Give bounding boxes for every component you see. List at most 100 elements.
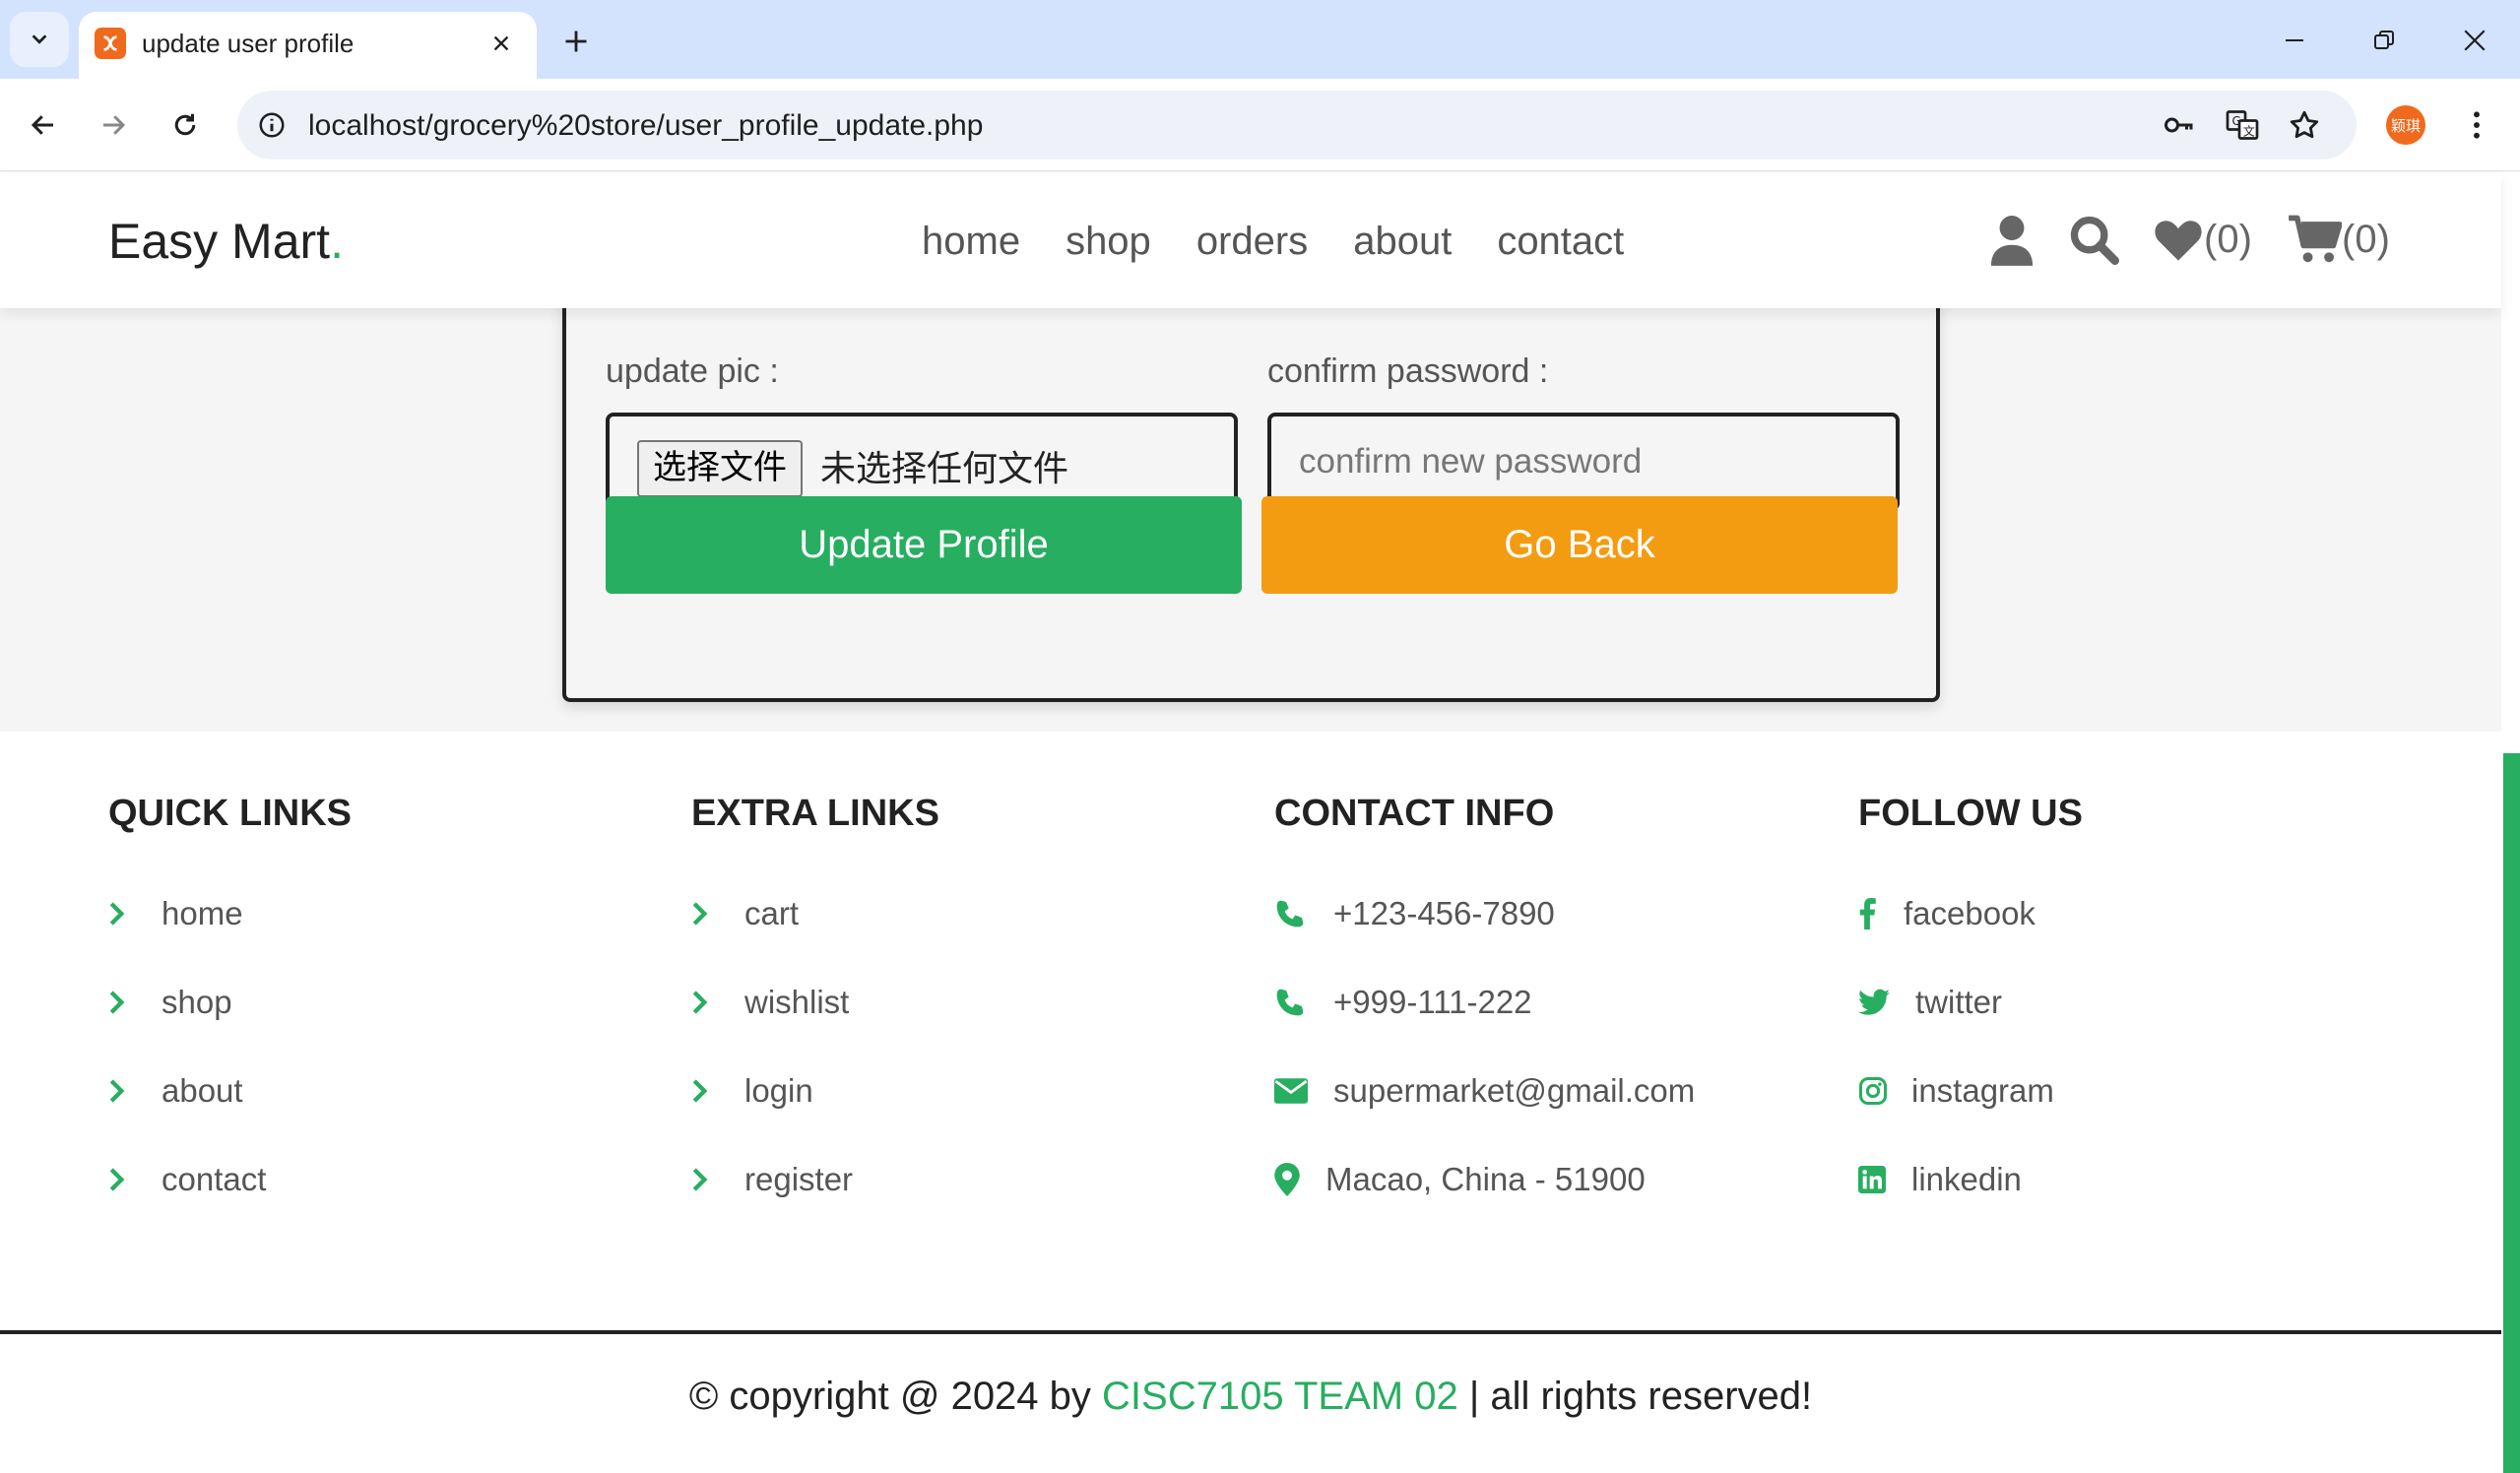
logo-text: Easy Mart [108, 214, 331, 269]
credit-brand[interactable]: CISC7105 TEAM 02 [1102, 1375, 1458, 1418]
follow-us-column: FOLLOW US facebook twitter instagram lin… [1858, 789, 2370, 1224]
site-info-icon[interactable] [251, 104, 292, 146]
footer-link-cart[interactable]: cart [691, 869, 1203, 958]
contact-address[interactable]: Macao, China - 51900 [1274, 1135, 1786, 1224]
extra-links-title: EXTRA LINKS [691, 793, 939, 834]
phone-1-text: +123-456-7890 [1333, 895, 1555, 931]
chevron-right-icon [108, 1078, 148, 1104]
footer-link-label: shop [162, 984, 232, 1020]
user-icon[interactable] [1989, 210, 2035, 269]
credit-prefix: © copyright @ 2024 by [688, 1375, 1091, 1418]
nav-about[interactable]: about [1353, 212, 1452, 271]
url-text[interactable]: localhost/grocery%20store/user_profile_u… [308, 108, 983, 144]
heart-icon [2155, 221, 2202, 261]
quick-links-column: QUICK LINKS home shop about contact [108, 789, 620, 1224]
contact-phone-1[interactable]: +123-456-7890 [1274, 869, 1786, 958]
nav-shop[interactable]: shop [1066, 212, 1151, 271]
update-profile-button[interactable]: Update Profile [606, 496, 1242, 594]
search-icon[interactable] [2068, 210, 2119, 269]
social-label: linkedin [1911, 1161, 2022, 1197]
contact-info-title: CONTACT INFO [1274, 793, 1555, 834]
footer-link-home[interactable]: home [108, 869, 620, 958]
facebook-icon [1858, 898, 1890, 929]
footer-link-contact[interactable]: contact [108, 1135, 620, 1224]
phone-icon [1274, 987, 1320, 1018]
chevron-down-icon [32, 34, 47, 44]
chevron-right-icon [108, 901, 148, 927]
restore-icon[interactable] [2361, 18, 2407, 63]
footer-link-label: home [162, 895, 243, 931]
map-marker-icon [1274, 1163, 1312, 1196]
linkedin-icon [1858, 1166, 1898, 1193]
translate-icon[interactable]: G文 [2221, 103, 2264, 147]
cart-link[interactable]: (0) [2287, 210, 2390, 269]
address-bar[interactable]: localhost/grocery%20store/user_profile_u… [237, 91, 2357, 160]
site-header: Easy Mart. home shop orders about contac… [0, 172, 2501, 308]
confirm-password-input[interactable] [1271, 416, 1896, 507]
scrollbar-thumb[interactable] [2503, 753, 2520, 1473]
social-twitter[interactable]: twitter [1858, 958, 2370, 1047]
password-key-icon[interactable] [2158, 103, 2201, 147]
close-window-icon[interactable] [2452, 18, 2497, 63]
footer-link-label: register [744, 1161, 854, 1197]
cart-icon [2289, 215, 2342, 263]
chevron-right-icon [691, 990, 731, 1015]
new-tab-icon[interactable] [554, 20, 598, 63]
nav-orders[interactable]: orders [1196, 212, 1308, 271]
profile-avatar[interactable]: 颖琪 [2386, 105, 2425, 145]
back-arrow-icon[interactable] [19, 100, 68, 150]
social-label: facebook [1904, 895, 2035, 931]
footer-divider [0, 1330, 2501, 1334]
confirm-password-label: confirm password : [1267, 352, 1549, 390]
reload-icon[interactable] [161, 100, 210, 150]
minimize-icon[interactable] [2272, 18, 2317, 63]
footer-link-label: contact [162, 1161, 267, 1197]
close-tab-icon[interactable] [484, 26, 519, 61]
chevron-right-icon [691, 1078, 731, 1104]
credit-suffix: | all rights reserved! [1468, 1375, 1813, 1418]
browser-toolbar: localhost/grocery%20store/user_profile_u… [0, 79, 2520, 171]
social-linkedin[interactable]: linkedin [1858, 1135, 2370, 1224]
email-text: supermarket@gmail.com [1333, 1072, 1696, 1109]
footer-link-label: cart [744, 895, 800, 931]
main-navigation: home shop orders about contact [922, 212, 1669, 271]
phone-2-text: +999-111-222 [1333, 984, 1532, 1020]
nav-contact[interactable]: contact [1497, 212, 1624, 271]
footer-link-register[interactable]: register [691, 1135, 1203, 1224]
browser-menu-icon[interactable] [2457, 100, 2496, 150]
cart-count: (0) [2342, 217, 2390, 261]
bookmark-star-icon[interactable] [2283, 103, 2326, 147]
footer-link-label: wishlist [744, 984, 850, 1020]
profile-update-form: update pic : confirm password : 选择文件 未选择… [562, 269, 1940, 702]
contact-email[interactable]: supermarket@gmail.com [1274, 1047, 1786, 1135]
footer-link-about[interactable]: about [108, 1047, 620, 1135]
wishlist-link[interactable]: (0) [2153, 210, 2252, 269]
profile-update-section: update pic : confirm password : 选择文件 未选择… [0, 269, 2501, 732]
extra-links-column: EXTRA LINKS cart wishlist login register [691, 789, 1203, 1224]
site-logo[interactable]: Easy Mart. [108, 212, 344, 271]
follow-us-title: FOLLOW US [1858, 793, 2083, 834]
contact-phone-2[interactable]: +999-111-222 [1274, 958, 1786, 1047]
chevron-right-icon [691, 901, 731, 927]
chevron-right-icon [108, 1167, 148, 1192]
go-back-button[interactable]: Go Back [1261, 496, 1898, 594]
footer-link-wishlist[interactable]: wishlist [691, 958, 1203, 1047]
envelope-icon [1274, 1078, 1320, 1104]
forward-arrow-icon[interactable] [89, 100, 138, 150]
footer-link-shop[interactable]: shop [108, 958, 620, 1047]
browser-tab[interactable]: update user profile [79, 12, 537, 79]
site-footer: QUICK LINKS home shop about contact EXTR… [0, 732, 2501, 1473]
social-instagram[interactable]: instagram [1858, 1047, 2370, 1135]
tab-search-button[interactable] [10, 12, 69, 67]
contact-info-column: CONTACT INFO +123-456-7890 +999-111-222 … [1274, 789, 1786, 1224]
footer-link-login[interactable]: login [691, 1047, 1203, 1135]
wishlist-count: (0) [2204, 217, 2252, 261]
social-facebook[interactable]: facebook [1858, 869, 2370, 958]
svg-text:文: 文 [2243, 124, 2255, 139]
file-status-text: 未选择任何文件 [820, 448, 1069, 488]
nav-home[interactable]: home [922, 212, 1020, 271]
social-label: instagram [1911, 1072, 2054, 1109]
choose-file-button[interactable]: 选择文件 [637, 440, 803, 497]
logo-dot: . [330, 214, 344, 269]
update-pic-label: update pic : [606, 352, 779, 390]
